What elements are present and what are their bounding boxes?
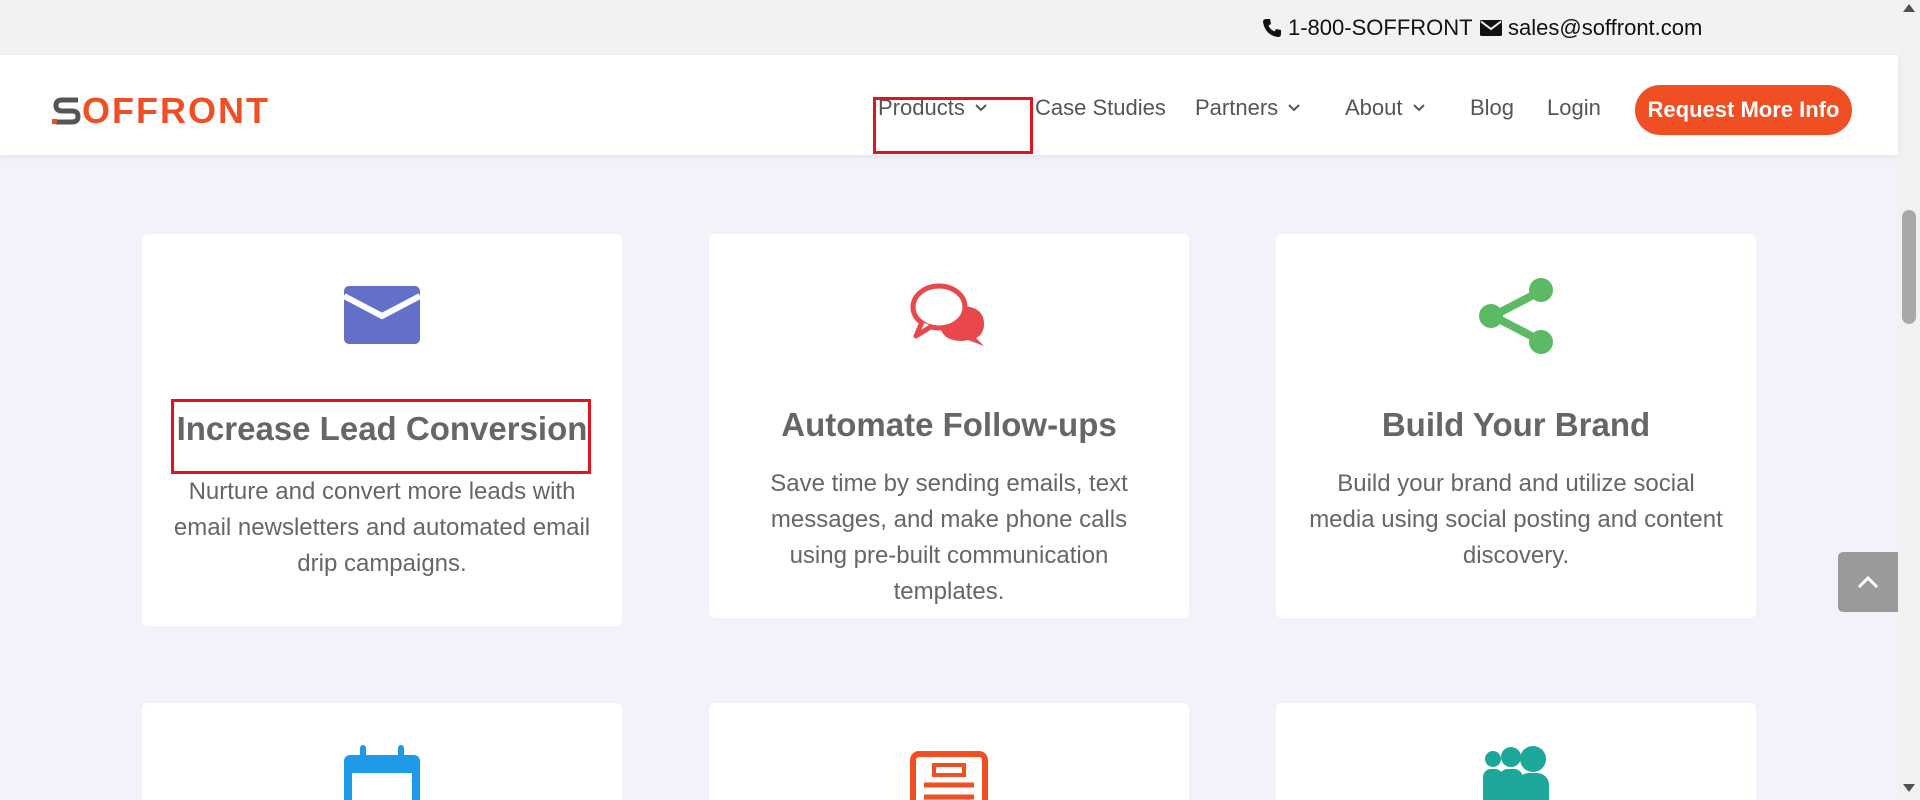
nav-blog-label: Blog <box>1470 95 1515 120</box>
share-icon <box>1477 278 1555 359</box>
logo-s-mark-icon <box>52 97 81 125</box>
back-to-top-button[interactable] <box>1838 552 1898 612</box>
chevron-down-icon <box>1412 104 1425 112</box>
feature-card-build-brand: Build Your Brand Build your brand and ut… <box>1276 234 1756 618</box>
nav-products-label: Products <box>878 95 965 120</box>
feature-title: Build Your Brand <box>1381 406 1651 443</box>
feature-description: Nurture and convert more leads with emai… <box>173 478 591 577</box>
chevron-down-icon <box>975 104 987 112</box>
phone-number: 1-800-SOFFRONT <box>1288 15 1473 40</box>
scroll-thumb[interactable] <box>1902 210 1916 324</box>
chat-bubbles-icon <box>910 282 988 353</box>
nav-about-label: About <box>1345 95 1403 120</box>
scroll-down-arrow-icon[interactable] <box>1903 784 1915 792</box>
feature-description: Save time by sending emails, text messag… <box>770 470 1128 605</box>
feature-description: Build your brand and utilize social medi… <box>1309 470 1723 569</box>
nav-case-studies-label: Case Studies <box>1035 95 1166 120</box>
feature-card-calendar <box>142 703 622 800</box>
logo-text: OFFRONT <box>82 90 270 131</box>
feature-card-newsletter <box>709 703 1189 800</box>
scroll-up-arrow-icon[interactable] <box>1903 4 1915 12</box>
feature-card-community <box>1276 703 1756 800</box>
users-icon <box>1481 745 1551 800</box>
feature-title: Automate Follow-ups <box>781 406 1117 443</box>
feature-card-automate-followups: Automate Follow-ups Save time by sending… <box>709 234 1189 618</box>
nav-login[interactable]: Login <box>1547 95 1601 121</box>
nav-blog[interactable]: Blog <box>1470 95 1514 121</box>
chevron-down-icon <box>1288 104 1300 112</box>
top-contact-bar: 1-800-SOFFRONT sales@soffront.com <box>0 0 1898 55</box>
nav-login-label: Login <box>1547 95 1601 120</box>
phone-icon <box>1262 18 1282 38</box>
vertical-scrollbar[interactable] <box>1898 0 1920 800</box>
newspaper-icon <box>910 751 988 800</box>
phone-link[interactable]: 1-800-SOFFRONT <box>1262 15 1473 41</box>
nav-case-studies[interactable]: Case Studies <box>1035 95 1166 121</box>
feature-title: Increase Lead Conversion <box>176 410 588 447</box>
site-header: OFFRONT Products Case Studies Partners A… <box>0 55 1898 155</box>
email-address: sales@soffront.com <box>1508 15 1703 40</box>
email-link[interactable]: sales@soffront.com <box>1480 15 1702 41</box>
soffront-logo[interactable]: OFFRONT <box>52 90 270 132</box>
nav-partners-label: Partners <box>1195 95 1279 120</box>
request-more-info-button[interactable]: Request More Info <box>1635 85 1852 135</box>
nav-products[interactable]: Products <box>878 95 987 121</box>
feature-card-lead-conversion: Increase Lead Conversion Nurture and con… <box>142 234 622 626</box>
chevron-up-icon <box>1857 575 1879 589</box>
calendar-icon <box>342 745 422 800</box>
envelope-small-icon <box>1480 20 1502 36</box>
nav-partners[interactable]: Partners <box>1195 95 1300 121</box>
envelope-icon <box>342 286 422 349</box>
nav-about[interactable]: About <box>1345 95 1425 121</box>
